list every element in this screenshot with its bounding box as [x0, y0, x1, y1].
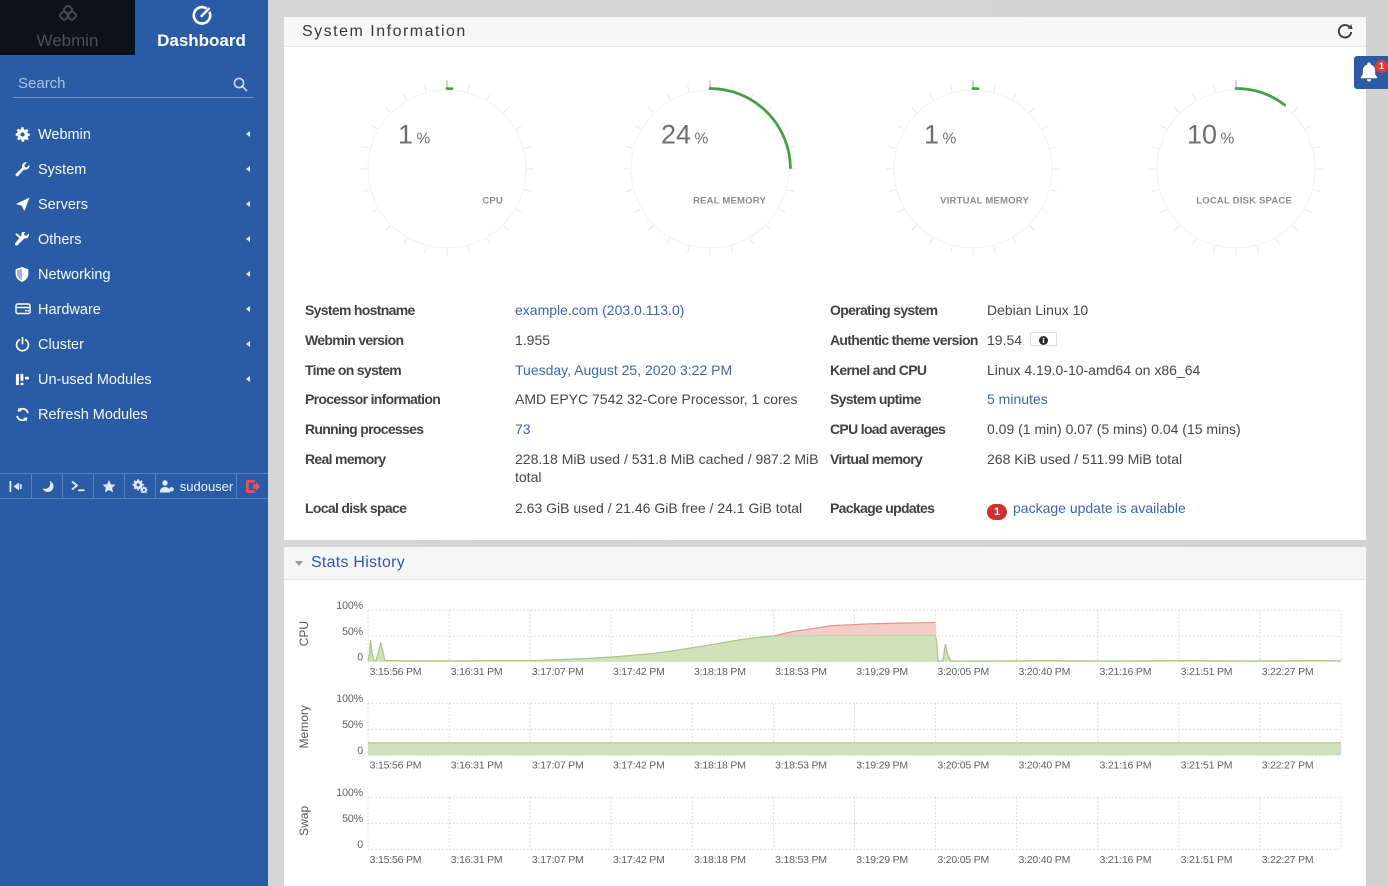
svg-text:3:15:56 PM: 3:15:56 PM	[370, 666, 422, 678]
svg-text:3:17:42 PM: 3:17:42 PM	[613, 666, 665, 678]
svg-text:0: 0	[357, 839, 363, 851]
svg-text:3:17:07 PM: 3:17:07 PM	[532, 666, 584, 678]
svg-text:3:16:31 PM: 3:16:31 PM	[451, 666, 503, 678]
svg-text:3:21:16 PM: 3:21:16 PM	[1100, 760, 1152, 772]
svg-text:CPU: CPU	[297, 621, 311, 646]
svg-text:3:21:16 PM: 3:21:16 PM	[1100, 854, 1152, 866]
svg-text:50%: 50%	[342, 626, 364, 638]
svg-text:3:19:29 PM: 3:19:29 PM	[856, 760, 908, 772]
svg-text:3:20:05 PM: 3:20:05 PM	[937, 760, 989, 772]
svg-text:100%: 100%	[336, 787, 363, 799]
svg-text:0: 0	[357, 745, 363, 757]
svg-text:100%: 100%	[336, 693, 363, 705]
svg-text:CPU: CPU	[482, 196, 503, 207]
svg-text:3:18:18 PM: 3:18:18 PM	[694, 666, 746, 678]
svg-text:100%: 100%	[336, 600, 363, 612]
svg-text:3:20:40 PM: 3:20:40 PM	[1018, 666, 1070, 678]
svg-text:0: 0	[357, 652, 363, 664]
svg-text:3:18:53 PM: 3:18:53 PM	[775, 854, 827, 866]
svg-text:3:20:40 PM: 3:20:40 PM	[1018, 854, 1070, 866]
svg-text:3:17:07 PM: 3:17:07 PM	[532, 854, 584, 866]
svg-text:3:17:07 PM: 3:17:07 PM	[532, 760, 584, 772]
svg-text:3:20:05 PM: 3:20:05 PM	[937, 666, 989, 678]
svg-text:3:21:16 PM: 3:21:16 PM	[1100, 666, 1152, 678]
svg-text:3:15:56 PM: 3:15:56 PM	[370, 854, 422, 866]
svg-text:3:19:29 PM: 3:19:29 PM	[856, 854, 908, 866]
svg-text:3:20:40 PM: 3:20:40 PM	[1018, 760, 1070, 772]
svg-text:50%: 50%	[342, 719, 364, 731]
svg-text:3:22:27 PM: 3:22:27 PM	[1262, 666, 1314, 678]
svg-text:LOCAL DISK SPACE: LOCAL DISK SPACE	[1196, 196, 1292, 207]
svg-text:50%: 50%	[342, 813, 364, 825]
svg-text:3:15:56 PM: 3:15:56 PM	[370, 760, 422, 772]
svg-text:3:18:18 PM: 3:18:18 PM	[694, 854, 746, 866]
svg-text:VIRTUAL MEMORY: VIRTUAL MEMORY	[940, 196, 1029, 207]
svg-text:3:22:27 PM: 3:22:27 PM	[1262, 854, 1314, 866]
svg-text:3:18:53 PM: 3:18:53 PM	[775, 760, 827, 772]
svg-text:REAL MEMORY: REAL MEMORY	[693, 196, 766, 207]
svg-text:3:16:31 PM: 3:16:31 PM	[451, 760, 503, 772]
svg-text:3:21:51 PM: 3:21:51 PM	[1181, 854, 1233, 866]
svg-text:Swap: Swap	[297, 805, 311, 835]
svg-text:3:22:27 PM: 3:22:27 PM	[1262, 760, 1314, 772]
svg-text:3:17:42 PM: 3:17:42 PM	[613, 854, 665, 866]
svg-text:3:21:51 PM: 3:21:51 PM	[1181, 760, 1233, 772]
svg-text:3:18:53 PM: 3:18:53 PM	[775, 666, 827, 678]
svg-text:3:19:29 PM: 3:19:29 PM	[856, 666, 908, 678]
svg-text:3:17:42 PM: 3:17:42 PM	[613, 760, 665, 772]
svg-text:3:16:31 PM: 3:16:31 PM	[451, 854, 503, 866]
svg-text:3:20:05 PM: 3:20:05 PM	[937, 854, 989, 866]
svg-text:Memory: Memory	[297, 705, 311, 748]
svg-text:3:21:51 PM: 3:21:51 PM	[1181, 666, 1233, 678]
svg-text:3:18:18 PM: 3:18:18 PM	[694, 760, 746, 772]
